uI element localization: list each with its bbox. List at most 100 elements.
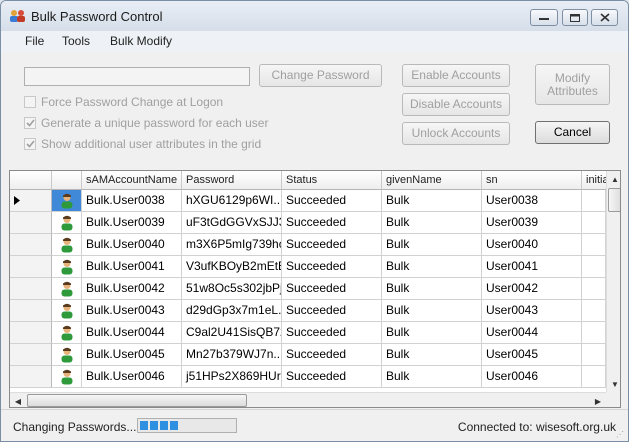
- cell-samaccountname[interactable]: Bulk.User0044: [82, 322, 182, 344]
- vertical-scrollbar[interactable]: ▲ ▼: [606, 171, 620, 392]
- user-icon-cell[interactable]: [52, 278, 82, 300]
- table-row[interactable]: Bulk.User0042 51w8Oc5s302jbPj Succeeded Bul…: [10, 278, 606, 300]
- cell-initials[interactable]: [582, 322, 606, 344]
- cell-initials[interactable]: [582, 300, 606, 322]
- row-header[interactable]: [10, 256, 52, 278]
- row-header[interactable]: [10, 278, 52, 300]
- row-header[interactable]: [10, 190, 52, 212]
- cell-sn[interactable]: User0039: [482, 212, 582, 234]
- cell-status[interactable]: Succeeded: [282, 322, 382, 344]
- row-header[interactable]: [10, 366, 52, 388]
- modify-attributes-button[interactable]: Modify Attributes: [535, 64, 610, 105]
- column-header-password[interactable]: Password: [182, 171, 282, 190]
- cell-password[interactable]: V3ufKBOyB2mEtBj: [182, 256, 282, 278]
- menu-file[interactable]: File: [25, 34, 44, 48]
- row-header[interactable]: [10, 344, 52, 366]
- cell-sn[interactable]: User0041: [482, 256, 582, 278]
- cell-password[interactable]: m3X6P5mIg739hcl: [182, 234, 282, 256]
- cell-sn[interactable]: User0040: [482, 234, 582, 256]
- vertical-scroll-thumb[interactable]: [608, 188, 620, 212]
- cell-status[interactable]: Succeeded: [282, 256, 382, 278]
- cell-status[interactable]: Succeeded: [282, 366, 382, 388]
- cell-password[interactable]: j51HPs2X869HUr2: [182, 366, 282, 388]
- cell-status[interactable]: Succeeded: [282, 344, 382, 366]
- cell-initials[interactable]: [582, 190, 606, 212]
- column-header-samaccountname[interactable]: sAMAccountName: [82, 171, 182, 190]
- disable-accounts-button[interactable]: Disable Accounts: [402, 93, 510, 116]
- column-header-icon[interactable]: [52, 171, 82, 190]
- scroll-left-arrow-icon[interactable]: ◀: [10, 393, 26, 407]
- force-password-change-checkbox[interactable]: Force Password Change at Logon: [24, 94, 223, 110]
- cell-sn[interactable]: User0043: [482, 300, 582, 322]
- horizontal-scroll-thumb[interactable]: [27, 394, 247, 407]
- cell-initials[interactable]: [582, 344, 606, 366]
- cell-password[interactable]: Mn27b379WJ7n...: [182, 344, 282, 366]
- user-icon-cell[interactable]: [52, 322, 82, 344]
- password-input[interactable]: [24, 67, 250, 86]
- user-icon-cell[interactable]: [52, 300, 82, 322]
- row-header[interactable]: [10, 322, 52, 344]
- cell-sn[interactable]: User0038: [482, 190, 582, 212]
- cell-givenname[interactable]: Bulk: [382, 234, 482, 256]
- column-header-sn[interactable]: sn: [482, 171, 582, 190]
- cell-samaccountname[interactable]: Bulk.User0046: [82, 366, 182, 388]
- results-grid[interactable]: sAMAccountName Password Status givenName…: [9, 170, 621, 408]
- cell-status[interactable]: Succeeded: [282, 212, 382, 234]
- unlock-accounts-button[interactable]: Unlock Accounts: [402, 122, 510, 145]
- resize-grip-icon[interactable]: ⋰: [616, 430, 626, 440]
- cell-initials[interactable]: [582, 278, 606, 300]
- cell-initials[interactable]: [582, 212, 606, 234]
- minimize-button[interactable]: [530, 9, 558, 26]
- user-icon-cell[interactable]: [52, 366, 82, 388]
- table-row[interactable]: Bulk.User0041 V3ufKBOyB2mEtBj Succeeded Bul…: [10, 256, 606, 278]
- cell-status[interactable]: Succeeded: [282, 190, 382, 212]
- cell-givenname[interactable]: Bulk: [382, 256, 482, 278]
- table-row[interactable]: Bulk.User0040 m3X6P5mIg739hcl Succeeded Bul…: [10, 234, 606, 256]
- show-attributes-checkbox[interactable]: Show additional user attributes in the g…: [24, 136, 261, 152]
- cell-status[interactable]: Succeeded: [282, 234, 382, 256]
- user-icon-cell[interactable]: [52, 344, 82, 366]
- enable-accounts-button[interactable]: Enable Accounts: [402, 64, 510, 87]
- horizontal-scrollbar[interactable]: ◀ ▶: [10, 392, 606, 407]
- cell-initials[interactable]: [582, 256, 606, 278]
- cell-password[interactable]: hXGU6129p6WI...: [182, 190, 282, 212]
- cell-samaccountname[interactable]: Bulk.User0038: [82, 190, 182, 212]
- change-password-button[interactable]: Change Password: [259, 64, 382, 87]
- cell-sn[interactable]: User0045: [482, 344, 582, 366]
- row-header[interactable]: [10, 234, 52, 256]
- cell-initials[interactable]: [582, 234, 606, 256]
- cell-sn[interactable]: User0046: [482, 366, 582, 388]
- cell-givenname[interactable]: Bulk: [382, 366, 482, 388]
- table-row[interactable]: Bulk.User0043 d29dGp3x7m1eL... Succeeded Bu…: [10, 300, 606, 322]
- cell-givenname[interactable]: Bulk: [382, 212, 482, 234]
- table-row[interactable]: Bulk.User0038 hXGU6129p6WI... Succeeded Bul…: [10, 190, 606, 212]
- cell-sn[interactable]: User0042: [482, 278, 582, 300]
- table-row[interactable]: Bulk.User0045 Mn27b379WJ7n... Succeeded Bul…: [10, 344, 606, 366]
- cell-givenname[interactable]: Bulk: [382, 322, 482, 344]
- cell-samaccountname[interactable]: Bulk.User0042: [82, 278, 182, 300]
- cell-samaccountname[interactable]: Bulk.User0041: [82, 256, 182, 278]
- cell-givenname[interactable]: Bulk: [382, 344, 482, 366]
- cell-status[interactable]: Succeeded: [282, 300, 382, 322]
- maximize-button[interactable]: [562, 9, 588, 26]
- scroll-right-arrow-icon[interactable]: ▶: [590, 393, 606, 407]
- menu-bulk-modify[interactable]: Bulk Modify: [110, 34, 172, 48]
- cell-samaccountname[interactable]: Bulk.User0043: [82, 300, 182, 322]
- cell-initials[interactable]: [582, 366, 606, 388]
- column-header-status[interactable]: Status: [282, 171, 382, 190]
- menu-tools[interactable]: Tools: [62, 34, 90, 48]
- scroll-down-arrow-icon[interactable]: ▼: [607, 376, 620, 392]
- column-header-givenname[interactable]: givenName: [382, 171, 482, 190]
- cell-samaccountname[interactable]: Bulk.User0045: [82, 344, 182, 366]
- cell-password[interactable]: d29dGp3x7m1eL...: [182, 300, 282, 322]
- cell-password[interactable]: uF3tGdGGVxSJJ39: [182, 212, 282, 234]
- title-bar[interactable]: Bulk Password Control: [1, 1, 628, 31]
- user-icon-cell[interactable]: [52, 212, 82, 234]
- cell-givenname[interactable]: Bulk: [382, 278, 482, 300]
- close-button[interactable]: [591, 9, 618, 26]
- cell-givenname[interactable]: Bulk: [382, 300, 482, 322]
- user-icon-cell[interactable]: [52, 190, 82, 212]
- cancel-button[interactable]: Cancel: [535, 121, 610, 144]
- cell-givenname[interactable]: Bulk: [382, 190, 482, 212]
- cell-password[interactable]: 51w8Oc5s302jbPj: [182, 278, 282, 300]
